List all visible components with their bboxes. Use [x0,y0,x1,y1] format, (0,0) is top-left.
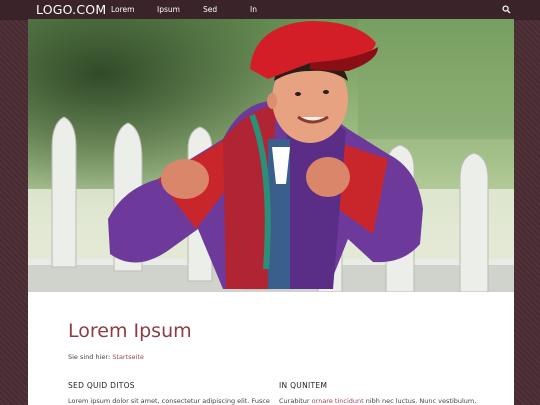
main-content: Lorem Ipsum Sie sind hier: Startseite SE… [28,292,514,405]
breadcrumb-link-home[interactable]: Startseite [112,353,144,361]
nav-label: Ipsum [157,5,180,14]
text-fragment: nibh nec luctus. Nunc vestibulum, [365,397,477,405]
column-heading-left: SED QUID DITOS [68,381,135,390]
page-title: Lorem Ipsum [68,320,192,342]
inline-link[interactable]: ornare tincidunt [312,397,364,405]
site-logo[interactable]: LOGO.COM [36,2,106,17]
hero-image [28,19,514,292]
nav-item-lorem[interactable]: Lorem [111,0,135,30]
nav-item-ipsum[interactable]: Ipsum [157,0,180,30]
nav-label: Lorem [111,5,135,14]
search-icon[interactable] [502,5,511,14]
breadcrumb-prefix: Sie sind hier: [68,353,111,361]
column-text-left: Lorem ipsum dolor sit amet, consectetur … [68,397,270,405]
nav-item-in-panem[interactable]: In Panem [250,0,275,49]
column-heading-right: IN QUNITEM [279,381,328,390]
column-text-right: Curabitur ornare tincidunt nibh nec luct… [279,397,476,405]
top-navigation-bar: LOGO.COM Lorem Ipsum Sed dolor In Panem [0,0,540,49]
text-fragment: Curabitur [279,397,310,405]
breadcrumb: Sie sind hier: Startseite [68,353,144,361]
nav-item-sed-dolor[interactable]: Sed dolor [203,0,222,33]
